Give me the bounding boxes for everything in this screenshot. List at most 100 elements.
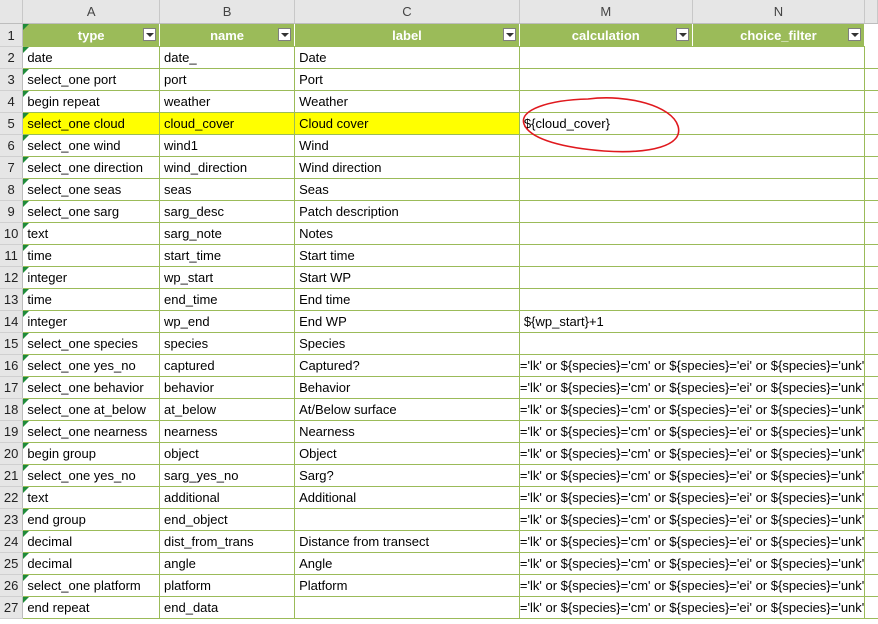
cell-type[interactable]: select_one yes_no (22, 464, 161, 487)
cell-calculation[interactable] (519, 266, 866, 289)
row-number[interactable]: 5 (0, 112, 24, 135)
cell-type[interactable]: select_one direction (22, 156, 161, 179)
cell-type[interactable]: select_one at_below (22, 398, 161, 421)
row-number[interactable]: 25 (0, 552, 24, 575)
cell-type[interactable]: select_one platform (22, 574, 161, 597)
cell-calculation[interactable] (519, 68, 866, 91)
cell-name[interactable]: wind_direction (159, 156, 296, 179)
header-type[interactable]: type (22, 23, 161, 47)
cell-name[interactable]: start_time (159, 244, 296, 267)
cell-label[interactable]: End time (294, 288, 520, 311)
cell-name[interactable]: wind1 (159, 134, 296, 157)
cell-calculation[interactable]: ='lk' or ${species}='cm' or ${species}='… (519, 398, 866, 421)
cell-type[interactable]: select_one seas (22, 178, 161, 201)
row-number[interactable]: 21 (0, 464, 24, 487)
cell-type[interactable]: integer (22, 266, 161, 289)
cell-name[interactable]: additional (159, 486, 296, 509)
cell-label[interactable]: Sarg? (294, 464, 520, 487)
cell-calculation[interactable]: ='lk' or ${species}='cm' or ${species}='… (519, 530, 866, 553)
cell-label[interactable]: Cloud cover (294, 112, 520, 135)
row-number[interactable]: 6 (0, 134, 24, 157)
cell-name[interactable]: platform (159, 574, 296, 597)
header-name[interactable]: name (159, 23, 296, 47)
cell-type[interactable]: select_one species (22, 332, 161, 355)
row-number[interactable]: 1 (0, 23, 24, 47)
cell-calculation[interactable]: ='lk' or ${species}='cm' or ${species}='… (519, 464, 866, 487)
row-number[interactable]: 9 (0, 200, 24, 223)
cell-name[interactable]: sarg_desc (159, 200, 296, 223)
row-number[interactable]: 2 (0, 46, 24, 69)
row-number[interactable]: 22 (0, 486, 24, 509)
row-number[interactable]: 14 (0, 310, 24, 333)
cell-label[interactable]: Start time (294, 244, 520, 267)
cell-type[interactable]: date (22, 46, 161, 69)
row-number[interactable]: 11 (0, 244, 24, 267)
cell-label[interactable]: Species (294, 332, 520, 355)
cell-type[interactable]: select_one wind (22, 134, 161, 157)
cell-label[interactable]: Patch description (294, 200, 520, 223)
row-number[interactable]: 3 (0, 68, 24, 91)
cell-name[interactable]: cloud_cover (159, 112, 296, 135)
cell-label[interactable]: Object (294, 442, 520, 465)
cell-calculation[interactable]: ='lk' or ${species}='cm' or ${species}='… (519, 376, 866, 399)
row-number[interactable]: 19 (0, 420, 24, 443)
column-letter-a[interactable]: A (22, 0, 161, 24)
cell-type[interactable]: text (22, 222, 161, 245)
cell-label[interactable]: Date (294, 46, 520, 69)
cell-type[interactable]: select_one port (22, 68, 161, 91)
cell-type[interactable]: select_one behavior (22, 376, 161, 399)
cell-name[interactable]: dist_from_trans (159, 530, 296, 553)
cell-name[interactable]: captured (159, 354, 296, 377)
cell-calculation[interactable]: ${wp_start}+1 (519, 310, 866, 333)
cell-name[interactable]: end_time (159, 288, 296, 311)
cell-name[interactable]: nearness (159, 420, 296, 443)
cell-type[interactable]: decimal (22, 530, 161, 553)
cell-name[interactable]: at_below (159, 398, 296, 421)
cell-type[interactable]: begin repeat (22, 90, 161, 113)
cell-calculation[interactable] (519, 244, 866, 267)
cell-label[interactable]: Wind direction (294, 156, 520, 179)
row-number[interactable]: 13 (0, 288, 24, 311)
row-number[interactable]: 7 (0, 156, 24, 179)
cell-name[interactable]: seas (159, 178, 296, 201)
column-letter-c[interactable]: C (294, 0, 520, 24)
cell-calculation[interactable]: ='lk' or ${species}='cm' or ${species}='… (519, 420, 866, 443)
filter-dropdown-icon[interactable] (675, 28, 689, 41)
cell-label[interactable]: At/Below surface (294, 398, 520, 421)
filter-dropdown-icon[interactable] (278, 28, 292, 41)
row-number[interactable]: 8 (0, 178, 24, 201)
cell-name[interactable]: species (159, 332, 296, 355)
cell-label[interactable]: Additional (294, 486, 520, 509)
cell-name[interactable]: end_data (159, 596, 296, 619)
row-number[interactable]: 23 (0, 508, 24, 531)
cell-calculation[interactable] (519, 288, 866, 311)
cell-name[interactable]: angle (159, 552, 296, 575)
column-letter-b[interactable]: B (159, 0, 296, 24)
cell-name[interactable]: sarg_note (159, 222, 296, 245)
cell-name[interactable]: date_ (159, 46, 296, 69)
cell-name[interactable]: sarg_yes_no (159, 464, 296, 487)
cell-type[interactable]: end group (22, 508, 161, 531)
cell-type[interactable]: text (22, 486, 161, 509)
cell-name[interactable]: wp_end (159, 310, 296, 333)
row-number[interactable]: 18 (0, 398, 24, 421)
cell-calculation[interactable] (519, 156, 866, 179)
cell-label[interactable] (294, 596, 520, 619)
cell-name[interactable]: weather (159, 90, 296, 113)
cell-calculation[interactable]: ='lk' or ${species}='cm' or ${species}='… (519, 354, 866, 377)
cell-label[interactable]: End WP (294, 310, 520, 333)
row-number[interactable]: 12 (0, 266, 24, 289)
cell-label[interactable]: Captured? (294, 354, 520, 377)
cell-type[interactable]: select_one yes_no (22, 354, 161, 377)
row-number[interactable]: 4 (0, 90, 24, 113)
filter-dropdown-icon[interactable] (143, 28, 157, 41)
cell-name[interactable]: behavior (159, 376, 296, 399)
cell-label[interactable]: Angle (294, 552, 520, 575)
filter-dropdown-icon[interactable] (848, 28, 862, 41)
cell-name[interactable]: wp_start (159, 266, 296, 289)
cell-type[interactable]: decimal (22, 552, 161, 575)
cell-type[interactable]: integer (22, 310, 161, 333)
cell-name[interactable]: object (159, 442, 296, 465)
row-number[interactable]: 17 (0, 376, 24, 399)
header-calculation[interactable]: calculation (519, 23, 693, 47)
